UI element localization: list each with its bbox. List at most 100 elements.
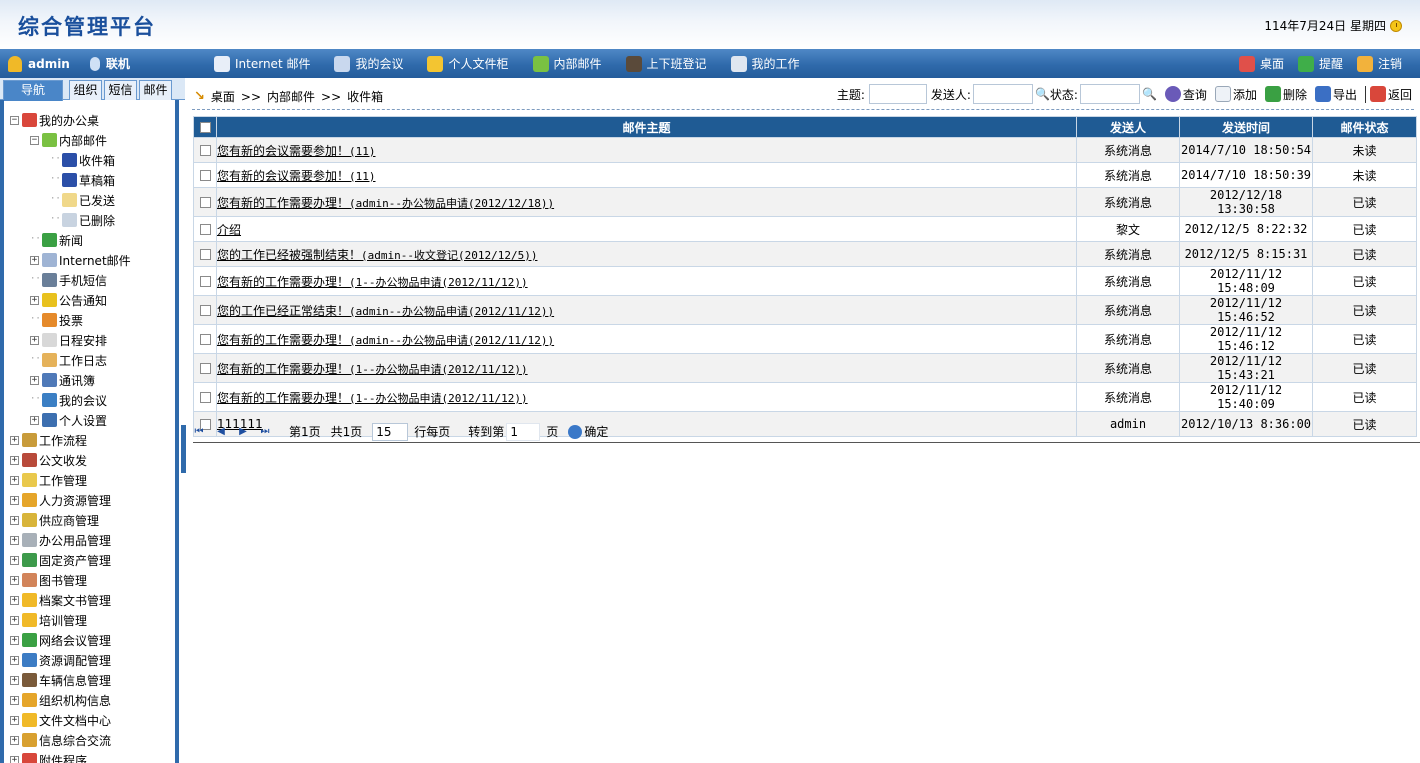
select-all-checkbox[interactable] xyxy=(199,122,211,133)
tree-item[interactable]: − 我的办公桌 xyxy=(10,110,99,130)
table-row[interactable]: 您有新的工作需要办理！(admin--办公物品申请(2012/12/18)) 系统… xyxy=(193,187,1417,217)
expand-icon[interactable]: + xyxy=(10,535,19,545)
nav-item-3[interactable]: 内部邮件 xyxy=(532,55,602,72)
header-sender[interactable]: 发送人 xyxy=(1076,116,1180,138)
table-row[interactable]: 您有新的会议需要参加！(11) 系统消息 2014/7/10 18:50:54 未读 xyxy=(193,137,1417,163)
tree-item[interactable]: + 日程安排 xyxy=(30,330,107,350)
breadcrumb-desktop[interactable]: 桌面 xyxy=(211,88,235,105)
sidebar-splitter[interactable] xyxy=(181,425,186,473)
nav-item-2[interactable]: 个人文件柜 xyxy=(427,55,509,72)
back-button[interactable]: 返回 xyxy=(1364,85,1412,103)
tree-item[interactable]: + 通讯簿 xyxy=(30,370,95,390)
expand-icon[interactable]: + xyxy=(30,375,39,385)
table-row[interactable]: 您有新的工作需要办理！(1--办公物品申请(2012/11/12)) 系统消息 20… xyxy=(193,353,1417,383)
row-checkbox[interactable] xyxy=(199,170,211,181)
tree-item[interactable]: ·· 我的会议 xyxy=(30,390,107,410)
mail-subject-link[interactable]: 您有新的会议需要参加！(11) xyxy=(217,144,376,158)
collapse-icon[interactable]: − xyxy=(30,135,39,145)
delete-button[interactable]: 删除 xyxy=(1264,86,1307,103)
tree-item[interactable]: ·· 已删除 xyxy=(50,210,115,230)
tree-item[interactable]: + 供应商管理 xyxy=(10,510,99,530)
expand-icon[interactable]: + xyxy=(10,615,19,625)
tab-organization[interactable]: 组织 xyxy=(69,80,102,100)
expand-icon[interactable]: + xyxy=(10,655,19,665)
expand-icon[interactable]: + xyxy=(10,435,19,445)
tree-item[interactable]: ·· 新闻 xyxy=(30,230,83,250)
tree-item[interactable]: + 培训管理 xyxy=(10,610,87,630)
mail-subject-link[interactable]: 您有新的工作需要办理！(1--办公物品申请(2012/11/12)) xyxy=(217,362,528,376)
status-input[interactable] xyxy=(1079,84,1140,104)
expand-icon[interactable]: + xyxy=(30,295,39,305)
tree-item[interactable]: + 网络会议管理 xyxy=(10,630,111,650)
expand-icon[interactable]: + xyxy=(10,715,19,725)
row-checkbox[interactable] xyxy=(199,305,211,316)
search-button[interactable]: 查询 xyxy=(1164,86,1207,103)
mail-subject-link[interactable]: 您有新的工作需要办理！(1--办公物品申请(2012/11/12)) xyxy=(217,391,528,405)
nav-item-1[interactable]: 我的会议 xyxy=(334,55,403,72)
table-row[interactable]: 您有新的工作需要办理！(admin--办公物品申请(2012/11/12)) 系统… xyxy=(193,324,1417,354)
table-row[interactable]: 您有新的工作需要办理！(1--办公物品申请(2012/11/12)) 系统消息 20… xyxy=(193,382,1417,412)
nav-right-item-0[interactable]: 桌面 xyxy=(1238,55,1284,72)
expand-icon[interactable]: + xyxy=(30,335,39,345)
row-checkbox[interactable] xyxy=(199,249,211,260)
tree-item[interactable]: + 公告通知 xyxy=(30,290,107,310)
expand-icon[interactable]: + xyxy=(10,595,19,605)
first-page-icon[interactable]: ⏮ xyxy=(193,426,205,438)
collapse-icon[interactable]: − xyxy=(10,115,19,125)
tree-item[interactable]: + 档案文书管理 xyxy=(10,590,111,610)
row-checkbox[interactable] xyxy=(199,145,211,156)
expand-icon[interactable]: + xyxy=(10,675,19,685)
tree-item[interactable]: + 固定资产管理 xyxy=(10,550,111,570)
expand-icon[interactable]: + xyxy=(10,455,19,465)
tree-item[interactable]: + 车辆信息管理 xyxy=(10,670,111,690)
tree-item[interactable]: + 文件文档中心 xyxy=(10,710,111,730)
row-checkbox[interactable] xyxy=(199,363,211,374)
tree-item[interactable]: ·· 手机短信 xyxy=(30,270,107,290)
mail-subject-link[interactable]: 您的工作已经正常结束！(admin--办公物品申请(2012/11/12)) xyxy=(217,304,554,318)
row-checkbox[interactable] xyxy=(199,392,211,403)
row-checkbox[interactable] xyxy=(199,334,211,345)
table-row[interactable]: 介绍 黎文 2012/12/5 8:22:32 已读 xyxy=(193,216,1417,242)
tree-item[interactable]: ·· 工作日志 xyxy=(30,350,107,370)
header-subject[interactable]: 邮件主题 xyxy=(216,116,1077,138)
tree-item[interactable]: ·· 已发送 xyxy=(50,190,115,210)
tree-item[interactable]: + 工作流程 xyxy=(10,430,87,450)
header-time[interactable]: 发送时间 xyxy=(1179,116,1313,138)
per-page-input[interactable] xyxy=(372,422,409,441)
mail-subject-link[interactable]: 您有新的工作需要办理！(1--办公物品申请(2012/11/12)) xyxy=(217,275,528,289)
last-page-icon[interactable]: ⏭ xyxy=(259,426,271,438)
mail-subject-link[interactable]: 您有新的工作需要办理！(admin--办公物品申请(2012/11/12)) xyxy=(217,333,554,347)
table-row[interactable]: 您的工作已经被强制结束！(admin--收文登记(2012/12/5)) 系统消息… xyxy=(193,241,1417,267)
tree-item[interactable]: + 公文收发 xyxy=(10,450,87,470)
tree-item[interactable]: + Internet邮件 xyxy=(30,250,131,270)
tree-item[interactable]: ·· 草稿箱 xyxy=(50,170,115,190)
tree-item[interactable]: ·· 投票 xyxy=(30,310,83,330)
tree-item[interactable]: + 附件程序 xyxy=(10,750,87,763)
subject-input[interactable] xyxy=(868,84,927,104)
tree-item[interactable]: + 个人设置 xyxy=(30,410,107,430)
breadcrumb-internal-mail[interactable]: 内部邮件 xyxy=(267,88,315,105)
nav-right-item-1[interactable]: 提醒 xyxy=(1297,55,1343,72)
status-lookup-icon[interactable]: 🔍 xyxy=(1142,87,1157,101)
expand-icon[interactable]: + xyxy=(10,555,19,565)
tree-item[interactable]: + 人力资源管理 xyxy=(10,490,111,510)
row-checkbox[interactable] xyxy=(199,276,211,287)
nav-right-item-2[interactable]: 注销 xyxy=(1356,55,1402,72)
confirm-button[interactable]: 确定 xyxy=(568,423,608,440)
tree-item[interactable]: − 内部邮件 xyxy=(30,130,107,150)
row-checkbox[interactable] xyxy=(199,197,211,208)
mail-subject-link[interactable]: 介绍 xyxy=(217,223,241,237)
header-status[interactable]: 邮件状态 xyxy=(1312,116,1417,138)
table-row[interactable]: 您有新的工作需要办理！(1--办公物品申请(2012/11/12)) 系统消息 20… xyxy=(193,266,1417,296)
add-button[interactable]: 添加 xyxy=(1214,86,1257,103)
expand-icon[interactable]: + xyxy=(10,575,19,585)
expand-icon[interactable]: + xyxy=(30,415,39,425)
tab-mail[interactable]: 邮件 xyxy=(139,80,172,100)
mail-subject-link[interactable]: 您有新的会议需要参加！(11) xyxy=(217,169,376,183)
tree-item[interactable]: + 信息综合交流 xyxy=(10,730,111,750)
nav-item-5[interactable]: 我的工作 xyxy=(730,55,800,72)
expand-icon[interactable]: + xyxy=(10,695,19,705)
expand-icon[interactable]: + xyxy=(10,755,19,763)
goto-page-input[interactable] xyxy=(506,422,541,441)
expand-icon[interactable]: + xyxy=(10,735,19,745)
